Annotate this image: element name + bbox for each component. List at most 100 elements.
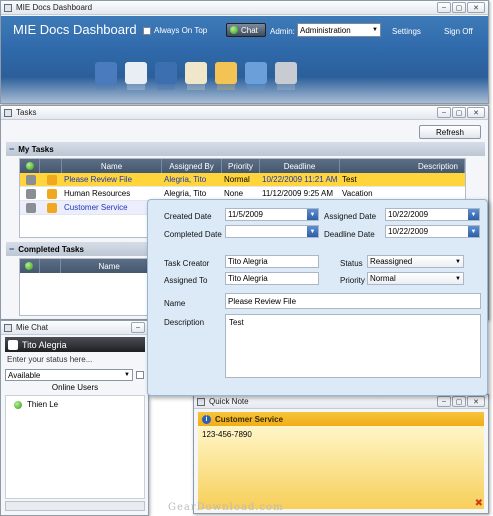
task-name-field[interactable]: Please Review File — [225, 293, 481, 309]
always-on-top-toggle[interactable]: Always On Top — [143, 26, 207, 35]
note-header[interactable]: i Customer Service — [198, 412, 484, 426]
edit-icon-cell[interactable] — [20, 201, 40, 214]
chevron-down-icon: ▼ — [372, 27, 378, 33]
chat-button[interactable]: Chat — [226, 23, 266, 37]
created-date-label: Created Date — [164, 212, 212, 221]
minimize-button[interactable]: – — [437, 2, 451, 13]
task-detail-popup: Created Date 11/5/2009 ▼ Assigned Date 1… — [147, 199, 488, 396]
availability-select[interactable]: Available ▼ — [5, 369, 133, 381]
quick-note-titlebar[interactable]: Quick Note – ▢ ✕ — [194, 395, 488, 409]
assigned-to-field[interactable]: Tito Alegria — [225, 272, 319, 285]
minimize-button[interactable]: – — [131, 322, 145, 333]
calculator-icon[interactable] — [275, 62, 297, 84]
sign-off-link[interactable]: Sign Off — [444, 27, 473, 36]
collapse-icon[interactable]: − — [9, 244, 14, 254]
grid-header: Name — [20, 259, 158, 273]
completed-date-label: Completed Date — [164, 230, 222, 239]
task-name[interactable]: Please Review File — [62, 173, 162, 186]
info-icon: i — [202, 414, 211, 424]
task-assigned-by: Alegria, Tito — [164, 175, 207, 184]
note-text: 123-456-7890 — [202, 430, 252, 439]
task-description: Test — [342, 175, 357, 184]
quick-note-window-title: Quick Note — [209, 397, 249, 406]
edit-icon[interactable] — [26, 174, 36, 185]
add-task-cell[interactable] — [20, 159, 40, 173]
settings-link[interactable]: Settings — [392, 27, 421, 36]
list-item[interactable]: Thien Le — [6, 396, 144, 413]
calendar-icon[interactable]: ▼ — [468, 226, 479, 237]
calendar-icon[interactable]: ▼ — [307, 209, 318, 220]
minimize-button[interactable]: – — [437, 396, 451, 407]
assigned-date-value: 10/22/2009 — [388, 210, 429, 219]
tasks-titlebar[interactable]: Tasks – ▢ ✕ — [1, 106, 488, 120]
online-users-label: Online Users — [51, 383, 99, 392]
calendar-icon[interactable]: ▼ — [468, 209, 479, 220]
status-input[interactable]: Enter your status here... — [5, 355, 145, 368]
col-name[interactable]: Name — [62, 159, 162, 173]
status-select[interactable]: Reassigned ▼ — [367, 255, 464, 268]
my-tasks-header[interactable]: − My Tasks — [6, 142, 485, 156]
document-icon[interactable] — [125, 62, 147, 84]
chat-status-icon — [230, 26, 238, 34]
maximize-button[interactable]: ▢ — [452, 396, 466, 407]
chevron-down-icon: ▼ — [124, 372, 130, 378]
computer-icon[interactable] — [245, 62, 267, 84]
priority-select[interactable]: Normal ▼ — [367, 272, 464, 285]
status-checkbox[interactable] — [136, 371, 144, 379]
chat-window-title: Mie Chat — [16, 323, 49, 332]
pencil-icon[interactable] — [185, 62, 207, 84]
priority-value: Normal — [370, 274, 396, 283]
star-icon-cell[interactable] — [40, 201, 62, 214]
add-icon[interactable] — [25, 262, 34, 270]
admin-select[interactable]: Administration ▼ — [297, 23, 381, 37]
star-icon[interactable] — [47, 202, 57, 213]
add-task-cell[interactable] — [20, 259, 40, 273]
col-description[interactable]: Description — [340, 159, 465, 173]
chat-titlebar[interactable]: Mie Chat – — [1, 321, 148, 335]
admin-label: Admin: — [270, 27, 295, 36]
monitor-icon[interactable] — [95, 62, 117, 84]
created-date-field[interactable]: 11/5/2009 ▼ — [225, 208, 319, 221]
deadline-date-field[interactable]: 10/22/2009 ▼ — [385, 225, 480, 238]
calendar-icon[interactable]: ▼ — [307, 226, 318, 237]
delete-note-icon[interactable]: ✖ — [475, 498, 483, 509]
assigned-date-field[interactable]: 10/22/2009 ▼ — [385, 208, 480, 221]
star-icon-cell[interactable] — [40, 173, 62, 186]
edit-icon[interactable] — [26, 188, 36, 199]
close-button[interactable]: ✕ — [467, 396, 485, 407]
folder-arrow-icon[interactable] — [215, 62, 237, 84]
col-priority[interactable]: Priority — [222, 159, 260, 173]
col-name[interactable]: Name — [61, 259, 158, 273]
star-icon-cell[interactable] — [40, 187, 62, 200]
close-button[interactable]: ✕ — [467, 2, 485, 13]
task-creator-field[interactable]: Tito Alegria — [225, 255, 319, 268]
deadline-date-label: Deadline Date — [324, 230, 375, 239]
collapse-icon[interactable]: − — [9, 144, 14, 154]
col-assigned-by[interactable]: Assigned By — [162, 159, 222, 173]
edit-icon-cell[interactable] — [20, 173, 40, 186]
completed-date-field[interactable]: ▼ — [225, 225, 319, 238]
status-value: Reassigned — [370, 257, 413, 266]
deadline-date-value: 10/22/2009 — [388, 227, 429, 236]
refresh-button[interactable]: Refresh — [419, 125, 481, 139]
description-label: Description — [164, 318, 205, 327]
col-deadline[interactable]: Deadline — [260, 159, 340, 173]
star-icon[interactable] — [47, 188, 57, 199]
star-icon[interactable] — [47, 174, 57, 185]
edit-icon[interactable] — [26, 202, 36, 213]
edit-icon-cell[interactable] — [20, 187, 40, 200]
minimize-button[interactable]: – — [437, 107, 451, 118]
maximize-button[interactable]: ▢ — [452, 107, 466, 118]
add-icon[interactable] — [25, 162, 34, 170]
close-button[interactable]: ✕ — [467, 107, 485, 118]
note-body[interactable]: 123-456-7890 — [198, 426, 484, 509]
task-name[interactable]: Human Resources — [62, 187, 162, 200]
admin-select-value: Administration — [300, 25, 351, 35]
table-row[interactable]: Please Review File Alegria, Tito Normal … — [20, 173, 465, 187]
horizontal-scrollbar[interactable] — [5, 501, 145, 511]
always-on-top-checkbox[interactable] — [143, 26, 151, 35]
description-field[interactable]: Test — [225, 314, 481, 378]
dashboard-titlebar[interactable]: MIE Docs Dashboard – ▢ ✕ — [1, 1, 488, 15]
network-icon[interactable] — [155, 62, 177, 84]
maximize-button[interactable]: ▢ — [452, 2, 466, 13]
